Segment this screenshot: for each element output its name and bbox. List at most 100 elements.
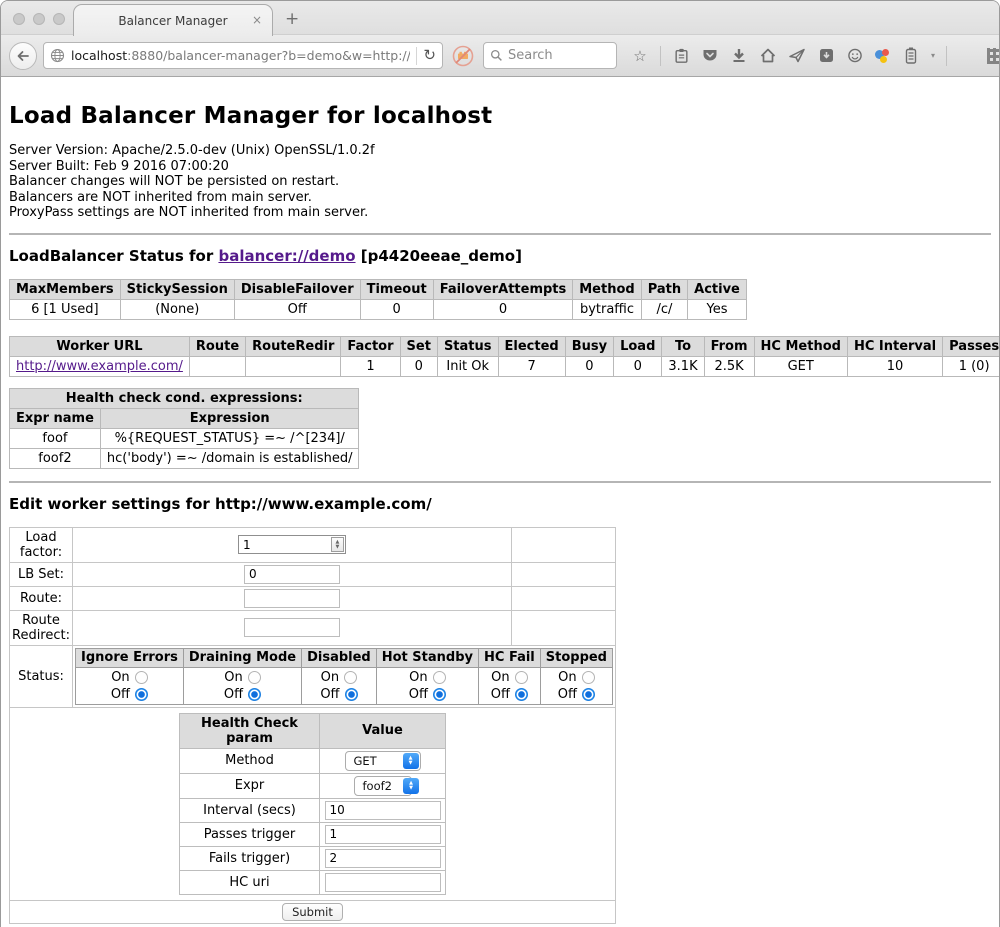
- table-cell: 0: [614, 356, 662, 376]
- select-arrows-icon: ▲▼: [403, 778, 419, 794]
- spacer-cell: [511, 562, 615, 586]
- health-check-expressions-table: Health check cond. expressions: Expr nam…: [9, 388, 359, 469]
- back-arrow-icon: [15, 48, 31, 64]
- column-header: HC Interval: [847, 336, 942, 356]
- hc-uri-input[interactable]: [325, 873, 441, 892]
- lb-set-input[interactable]: [244, 565, 340, 584]
- share-icon[interactable]: [788, 47, 806, 65]
- reading-list-icon[interactable]: [672, 47, 690, 65]
- table-cell: 0: [400, 356, 437, 376]
- hc-row-hc-uri: HC uri: [180, 870, 446, 894]
- url-text[interactable]: localhost:8880/balancer-manager?b=demo&w…: [71, 48, 410, 63]
- browser-window: Balancer Manager × + localhost:8880/bala…: [0, 0, 1000, 927]
- column-header: Route: [189, 336, 245, 356]
- table-cell: 2.5K: [704, 356, 754, 376]
- radio-on[interactable]: [135, 671, 148, 684]
- spacer-cell: [511, 527, 615, 562]
- toolbar-divider: [660, 46, 661, 66]
- plugin-blocked-icon[interactable]: [452, 45, 474, 67]
- download-icon[interactable]: [730, 47, 748, 65]
- method-select[interactable]: GET ▲▼: [345, 751, 421, 771]
- radio-off[interactable]: [433, 688, 446, 701]
- expr-label: Expr: [180, 773, 320, 798]
- battery-extension-icon[interactable]: [902, 47, 920, 65]
- table-header-row: Worker URL Route RouteRedir Factor Set S…: [10, 336, 1000, 356]
- extension-grid-icon[interactable]: [987, 48, 1000, 64]
- radio-off[interactable]: [248, 688, 261, 701]
- radio-off[interactable]: [135, 688, 148, 701]
- expr-table-title: Health check cond. expressions:: [10, 388, 359, 408]
- toolbar-icons: ☆: [631, 46, 1000, 66]
- radio-on[interactable]: [433, 671, 446, 684]
- worker-url-link[interactable]: http://www.example.com/: [16, 359, 183, 374]
- radio-on[interactable]: [582, 671, 595, 684]
- home-icon[interactable]: [759, 47, 777, 65]
- hc-uri-label: HC uri: [180, 870, 320, 894]
- hello-colored-dots-icon[interactable]: [875, 48, 891, 64]
- status-label: Status:: [10, 645, 73, 707]
- radio-on[interactable]: [344, 671, 357, 684]
- chevron-down-icon[interactable]: ▾: [931, 51, 935, 60]
- tab-balancer-manager[interactable]: Balancer Manager ×: [73, 4, 273, 36]
- balancers-note-line: Balancers are NOT inherited from main se…: [9, 190, 991, 206]
- column-header: Load: [614, 336, 662, 356]
- table-header-row: Expr name Expression: [10, 408, 359, 428]
- globe-icon[interactable]: [50, 48, 65, 63]
- url-bar[interactable]: localhost:8880/balancer-manager?b=demo&w…: [43, 42, 443, 69]
- radio-on[interactable]: [515, 671, 528, 684]
- expr-cell: foof2 ▲▼: [320, 773, 446, 798]
- health-check-cell: Health Check param Value Method GET ▲▼: [10, 707, 616, 900]
- radio-off[interactable]: [345, 688, 358, 701]
- load-factor-input[interactable]: [238, 535, 346, 554]
- window-close-button[interactable]: [13, 13, 25, 25]
- expr-select[interactable]: foof2 ▲▼: [354, 776, 412, 796]
- interval-input[interactable]: [325, 801, 441, 820]
- radio-off[interactable]: [515, 688, 528, 701]
- radio-on-label: On: [558, 670, 576, 685]
- column-header: Ignore Errors: [76, 648, 184, 667]
- column-header: HC Fail: [479, 648, 541, 667]
- pocket-icon[interactable]: [701, 47, 719, 65]
- submit-button[interactable]: Submit: [282, 903, 343, 921]
- column-header: StickySession: [120, 279, 234, 299]
- status-group-ignore-errors: On Off: [76, 667, 184, 704]
- column-header: Method: [573, 279, 641, 299]
- server-built-line: Server Built: Feb 9 2016 07:00:20: [9, 159, 991, 175]
- new-tab-button[interactable]: +: [285, 9, 299, 29]
- edit-worker-form: Load factor: ▲▼ LB Set: Route:: [9, 527, 616, 924]
- expression-cell: hc('body') =~ /domain is established/: [100, 448, 359, 468]
- number-spinner-icon[interactable]: ▲▼: [331, 537, 344, 552]
- balancer-demo-link[interactable]: balancer://demo: [218, 247, 355, 265]
- panel-download-icon[interactable]: [817, 47, 835, 65]
- hc-row-passes: Passes trigger: [180, 822, 446, 846]
- passes-input[interactable]: [325, 825, 441, 844]
- fails-label: Fails trigger): [180, 846, 320, 870]
- route-input[interactable]: [244, 589, 340, 608]
- window-minimize-button[interactable]: [33, 13, 45, 25]
- bookmark-star-icon[interactable]: ☆: [631, 47, 649, 65]
- radio-off-label: Off: [111, 687, 130, 702]
- radio-off[interactable]: [582, 688, 595, 701]
- form-row-route: Route:: [10, 586, 616, 610]
- method-cell: GET ▲▼: [320, 748, 446, 773]
- tab-bar: Balancer Manager × +: [1, 1, 999, 35]
- column-header: FailoverAttempts: [433, 279, 573, 299]
- route-redirect-input[interactable]: [244, 618, 340, 637]
- radio-on[interactable]: [248, 671, 261, 684]
- tab-close-icon[interactable]: ×: [252, 13, 262, 27]
- hc-row-expr: Expr foof2 ▲▼: [180, 773, 446, 798]
- divider: [9, 481, 991, 483]
- back-button[interactable]: [9, 42, 37, 70]
- table-cell: GET: [754, 356, 847, 376]
- window-zoom-button[interactable]: [53, 13, 65, 25]
- fails-input[interactable]: [325, 849, 441, 868]
- column-header: DisableFailover: [234, 279, 360, 299]
- menu-icon[interactable]: [958, 47, 976, 65]
- url-domain: localhost: [71, 48, 127, 63]
- reload-icon[interactable]: ↻: [423, 48, 436, 63]
- chat-smiley-icon[interactable]: [846, 47, 864, 65]
- table-cell: bytraffic: [573, 299, 641, 319]
- search-input[interactable]: [508, 48, 598, 63]
- column-header: To: [662, 336, 704, 356]
- search-bar[interactable]: [483, 42, 617, 69]
